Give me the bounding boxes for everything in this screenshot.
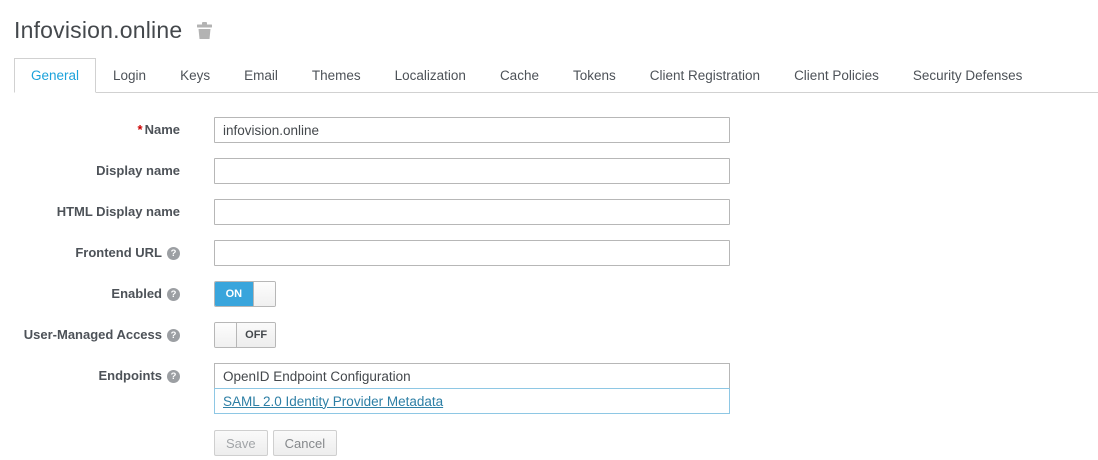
enabled-toggle[interactable]: ON: [214, 281, 276, 307]
user-managed-access-row: User-Managed Access? OFF: [14, 322, 1098, 348]
general-settings-form: *Name Display name HTML Display name: [14, 117, 1098, 456]
tab-keys[interactable]: Keys: [163, 58, 227, 93]
form-actions: Save Cancel: [214, 430, 1098, 456]
endpoints-row: Endpoints? OpenID Endpoint Configuration…: [14, 363, 1098, 414]
tab-cache[interactable]: Cache: [483, 58, 556, 93]
delete-realm-button[interactable]: [196, 21, 213, 40]
frontend-url-label: Frontend URL?: [14, 240, 180, 266]
tab-client-policies[interactable]: Client Policies: [777, 58, 896, 93]
tab-localization[interactable]: Localization: [378, 58, 483, 93]
trash-icon: [196, 28, 213, 43]
realm-settings-tabs: General Login Keys Email Themes Localiza…: [14, 58, 1098, 93]
save-button[interactable]: Save: [214, 430, 268, 456]
tab-themes[interactable]: Themes: [295, 58, 378, 93]
endpoints-box: OpenID Endpoint Configuration SAML 2.0 I…: [214, 363, 730, 414]
realm-settings-page: Infovision.online General Login Keys Ema…: [0, 0, 1098, 456]
endpoint-cell: OpenID Endpoint Configuration: [214, 363, 730, 389]
tab-tokens[interactable]: Tokens: [556, 58, 633, 93]
html-display-name-label: HTML Display name: [14, 199, 180, 225]
name-row: *Name: [14, 117, 1098, 143]
help-icon[interactable]: ?: [167, 288, 180, 301]
toggle-knob: [215, 323, 237, 347]
display-name-input[interactable]: [214, 158, 730, 184]
frontend-url-row: Frontend URL?: [14, 240, 1098, 266]
user-managed-access-toggle[interactable]: OFF: [214, 322, 276, 348]
page-header: Infovision.online: [14, 14, 1098, 46]
openid-endpoint-configuration-link[interactable]: OpenID Endpoint Configuration: [223, 369, 411, 384]
user-managed-access-label: User-Managed Access?: [14, 322, 180, 348]
toggle-on-label: ON: [215, 282, 253, 306]
html-display-name-row: HTML Display name: [14, 199, 1098, 225]
cancel-button[interactable]: Cancel: [273, 430, 337, 456]
enabled-label: Enabled?: [14, 281, 180, 307]
enabled-row: Enabled? ON: [14, 281, 1098, 307]
page-title: Infovision.online: [14, 17, 182, 44]
toggle-off-label: OFF: [237, 323, 275, 347]
tab-login[interactable]: Login: [96, 58, 163, 93]
help-icon[interactable]: ?: [167, 247, 180, 260]
endpoint-cell: SAML 2.0 Identity Provider Metadata: [214, 388, 730, 414]
tab-email[interactable]: Email: [227, 58, 295, 93]
tab-security-defenses[interactable]: Security Defenses: [896, 58, 1040, 93]
tab-general[interactable]: General: [14, 58, 96, 93]
endpoints-label: Endpoints?: [14, 363, 180, 414]
help-icon[interactable]: ?: [167, 329, 180, 342]
tab-client-registration[interactable]: Client Registration: [633, 58, 777, 93]
html-display-name-input[interactable]: [214, 199, 730, 225]
frontend-url-input[interactable]: [214, 240, 730, 266]
name-label: *Name: [14, 117, 180, 143]
saml-identity-provider-metadata-link[interactable]: SAML 2.0 Identity Provider Metadata: [223, 394, 443, 409]
display-name-row: Display name: [14, 158, 1098, 184]
display-name-label: Display name: [14, 158, 180, 184]
required-marker: *: [138, 122, 143, 137]
help-icon[interactable]: ?: [167, 370, 180, 383]
toggle-knob: [253, 282, 275, 306]
name-input[interactable]: [214, 117, 730, 143]
